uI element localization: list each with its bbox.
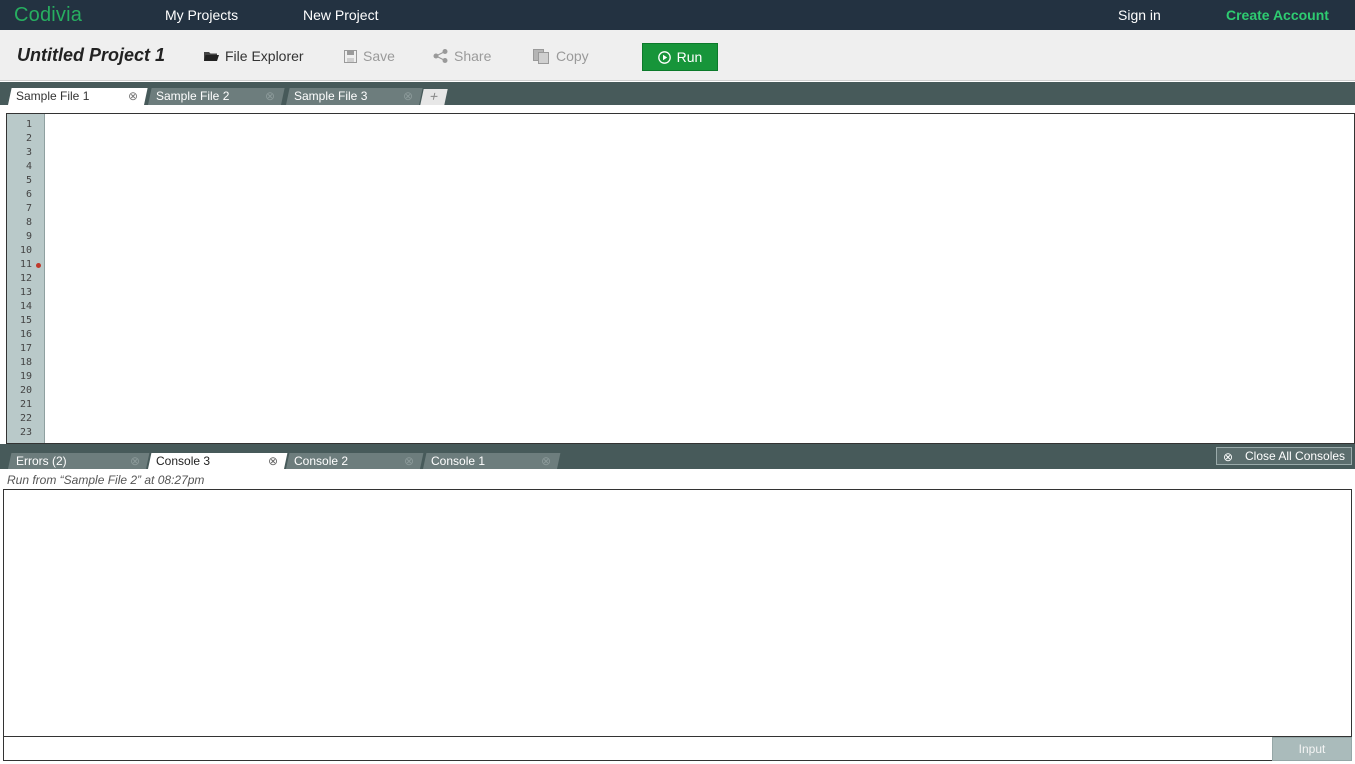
line-number-gutter[interactable]: 1 2 3 4 5 6 7 8 9 10 11 12 13 14 15 16 17 18 19 20 21 22 23 <box>7 114 45 443</box>
file-explorer-label: File Explorer <box>225 48 304 64</box>
line-number: 17 <box>19 343 32 354</box>
copy-button[interactable]: Copy <box>533 48 589 64</box>
line-number: 6 <box>25 189 32 200</box>
breakpoint-icon[interactable] <box>36 263 41 268</box>
console-tab-console-2[interactable]: Console 2 ⊗ <box>286 453 424 469</box>
copy-label: Copy <box>556 48 589 64</box>
line-number: 7 <box>25 203 32 214</box>
close-all-consoles-label: Close All Consoles <box>1245 449 1346 463</box>
line-number: 10 <box>19 245 32 256</box>
console-input-field[interactable] <box>3 737 1273 761</box>
console-output[interactable] <box>3 489 1352 737</box>
line-number: 16 <box>19 329 32 340</box>
share-icon <box>433 49 448 63</box>
line-number: 18 <box>19 357 32 368</box>
line-number: 23 <box>19 427 32 438</box>
toolbar: Untitled Project 1 File Explorer Save Sh… <box>0 30 1355 81</box>
code-editor[interactable]: 1 2 3 4 5 6 7 8 9 10 11 12 13 14 15 16 17 18 19 20 21 22 23 <box>6 113 1355 444</box>
file-tab-sample-file-3[interactable]: Sample File 3 ⊗ <box>286 88 423 105</box>
file-tab-label: Sample File 1 <box>16 89 90 103</box>
brand-logo[interactable]: Codivia <box>14 4 82 27</box>
line-number: 20 <box>19 385 32 396</box>
console-tab-console-1[interactable]: Console 1 ⊗ <box>423 453 561 469</box>
add-tab-button[interactable]: + <box>420 88 448 105</box>
file-tab-sample-file-1[interactable]: Sample File 1 ⊗ <box>8 88 148 105</box>
line-number: 12 <box>19 273 32 284</box>
file-tab-label: Sample File 3 <box>294 89 368 103</box>
project-title[interactable]: Untitled Project 1 <box>17 45 165 66</box>
close-circle-icon: ⊗ <box>1223 450 1234 464</box>
line-number: 14 <box>19 301 32 312</box>
line-number: 19 <box>19 371 32 382</box>
line-number: 5 <box>25 175 32 186</box>
close-all-consoles-button[interactable]: ⊗ Close All Consoles <box>1216 447 1352 465</box>
console-tab-console-3[interactable]: Console 3 ⊗ <box>148 453 288 469</box>
line-number: 1 <box>25 119 32 130</box>
file-tab-strip: Sample File 1 ⊗ Sample File 2 ⊗ Sample F… <box>0 82 1355 105</box>
line-number: 4 <box>25 161 32 172</box>
share-label: Share <box>454 48 492 64</box>
nav-new-project[interactable]: New Project <box>303 7 378 23</box>
line-number: 13 <box>19 287 32 298</box>
run-button[interactable]: Run <box>642 43 718 71</box>
console-tab-strip: Errors (2) ⊗ Console 3 ⊗ Console 2 ⊗ Con… <box>0 444 1355 469</box>
close-icon[interactable]: ⊗ <box>268 453 278 469</box>
save-label: Save <box>363 48 395 64</box>
line-number: 11 <box>19 259 32 270</box>
line-number: 21 <box>19 399 32 410</box>
line-number: 9 <box>25 231 32 242</box>
close-icon[interactable]: ⊗ <box>404 453 414 469</box>
folder-icon <box>204 50 219 62</box>
save-button[interactable]: Save <box>344 48 395 64</box>
close-icon[interactable]: ⊗ <box>541 453 551 469</box>
nav-sign-in[interactable]: Sign in <box>1118 7 1161 23</box>
play-icon <box>657 50 671 64</box>
file-tab-sample-file-2[interactable]: Sample File 2 ⊗ <box>148 88 285 105</box>
line-number: 8 <box>25 217 32 228</box>
save-icon <box>344 49 357 63</box>
share-button[interactable]: Share <box>433 48 491 64</box>
console-tab-errors[interactable]: Errors (2) ⊗ <box>8 453 150 469</box>
run-label: Run <box>676 49 703 65</box>
file-tab-label: Sample File 2 <box>156 89 230 103</box>
console-tab-label: Console 1 <box>431 454 486 468</box>
close-icon[interactable]: ⊗ <box>265 88 275 105</box>
nav-create-account[interactable]: Create Account <box>1226 7 1329 23</box>
line-number: 2 <box>25 133 32 144</box>
close-icon[interactable]: ⊗ <box>130 453 140 469</box>
input-button[interactable]: Input <box>1272 737 1352 761</box>
copy-icon <box>533 48 550 64</box>
nav-my-projects[interactable]: My Projects <box>165 7 238 23</box>
tab-gap <box>0 105 1355 113</box>
line-number: 22 <box>19 413 32 424</box>
top-nav: Codivia My Projects New Project Sign in … <box>0 0 1355 30</box>
close-icon[interactable]: ⊗ <box>128 88 138 105</box>
run-info-text: Run from “Sample File 2” at 08:27pm <box>7 473 205 487</box>
console-tab-label: Errors (2) <box>16 454 67 468</box>
console-tab-label: Console 2 <box>294 454 349 468</box>
file-explorer-button[interactable]: File Explorer <box>204 48 304 64</box>
close-icon[interactable]: ⊗ <box>403 88 413 105</box>
line-number: 3 <box>25 147 32 158</box>
line-number: 15 <box>19 315 32 326</box>
console-tab-label: Console 3 <box>156 454 211 468</box>
